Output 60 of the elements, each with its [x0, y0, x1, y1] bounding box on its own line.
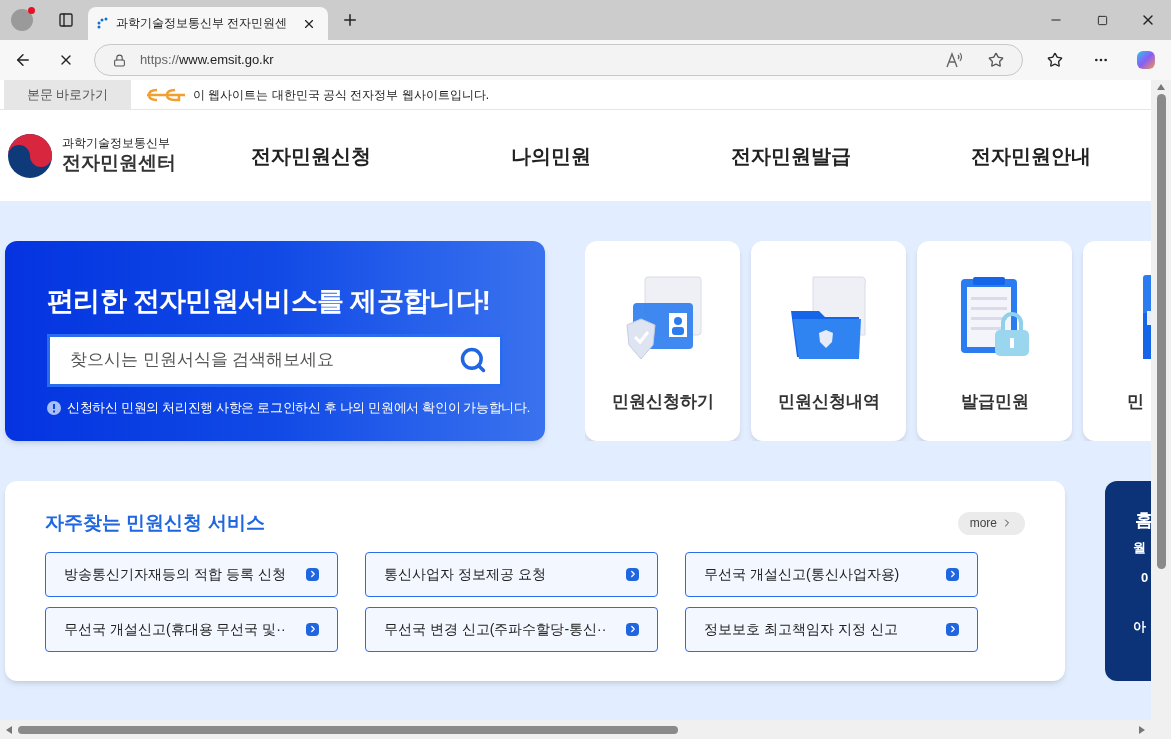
nav-menu-item[interactable]: 나의민원 [511, 140, 591, 171]
folder-shield-icon [788, 275, 869, 361]
new-tab-icon[interactable] [341, 11, 359, 29]
service-link[interactable]: 무선국 개설신고(통신사업자용) [685, 551, 978, 597]
section-title: 자주찾는 민원신청 서비스 [45, 511, 265, 535]
hero-title: 편리한 전자민원서비스를 제공합니다! [47, 285, 492, 318]
favorite-star-icon[interactable] [988, 52, 1005, 68]
search-field[interactable]: 찾으시는 민원서식을 검색해보세요 [47, 333, 503, 387]
scroll-left-icon[interactable] [6, 725, 12, 734]
lock-icon [112, 53, 126, 67]
nav-menu-item[interactable]: 전자민원신청 [251, 140, 371, 171]
site-name: 전자민원센터 [62, 151, 176, 175]
info-card-text: 월 [1133, 539, 1147, 557]
tab-title: 과학기술정보통신부 전자민원센 [116, 15, 289, 31]
service-card[interactable]: 발급민원 [917, 241, 1072, 441]
profile-avatar-icon[interactable] [11, 9, 33, 31]
address-bar[interactable]: https://www.emsit.go.kr [93, 44, 1024, 76]
service-card-label: 민원신청하기 [611, 391, 714, 413]
service-link[interactable]: 무선국 개설신고(휴대용 무선국 및·· [45, 606, 338, 652]
more-button[interactable]: more [957, 511, 1025, 535]
taegeuk-logo-icon [6, 131, 54, 180]
copilot-icon[interactable] [1135, 49, 1157, 71]
search-icon[interactable] [459, 345, 487, 374]
login-notice-text: 신청하신 민원의 처리진행 사항은 로그인하신 후 나의 민원에서 확인이 가능합니다. [67, 399, 530, 417]
ministry-name: 과학기술정보통신부 [62, 136, 171, 152]
url-text: https://www.emsit.go.kr [139, 51, 274, 70]
service-card[interactable]: 민원신청하기 [585, 241, 740, 441]
back-icon[interactable] [14, 51, 32, 69]
skip-to-content-link[interactable]: 본문 바로가기 [4, 80, 131, 110]
arrow-icon [306, 622, 319, 636]
service-link[interactable]: 무선국 변경 신고(주파수할당-통신·· [365, 606, 658, 652]
service-card[interactable]: 민 [1083, 241, 1151, 441]
nav-menu-item[interactable]: 전자민원발급 [731, 140, 851, 171]
browser-tab[interactable]: 과학기술정보통신부 전자민원센 [88, 7, 328, 40]
service-card-label: 발급민원 [960, 391, 1029, 413]
arrow-icon [306, 567, 319, 581]
service-card-label: 민원신청내역 [777, 391, 880, 413]
scroll-right-icon[interactable] [1139, 725, 1145, 734]
arrow-icon [946, 567, 959, 581]
service-card-label: 민 [1127, 391, 1144, 413]
vertical-scrollbar[interactable] [1151, 80, 1171, 739]
arrow-icon [946, 622, 959, 636]
loading-spinner-icon [96, 16, 108, 31]
arrow-icon [626, 622, 639, 636]
favorites-icon[interactable] [1047, 52, 1064, 68]
scroll-up-icon[interactable] [1157, 84, 1165, 90]
horizontal-scrollbar[interactable] [0, 720, 1151, 739]
nav-menu-item[interactable]: 전자민원안내 [971, 140, 1091, 171]
info-card-text: 아 [1133, 618, 1147, 636]
service-link[interactable]: 정보보호 최고책임자 지정 신고 [685, 606, 978, 652]
service-link[interactable]: 통신사업자 정보제공 요청 [365, 551, 658, 597]
maximize-icon[interactable] [1096, 14, 1108, 26]
info-card-text: 0 [1141, 568, 1150, 587]
service-link[interactable]: 방송통신기자재등의 적합 등록 신청 [45, 551, 338, 597]
read-aloud-icon[interactable] [946, 52, 965, 68]
service-card[interactable]: 민원신청내역 [751, 241, 906, 441]
arrow-icon [626, 567, 639, 581]
gov-notice-text: 이 웹사이트는 대한민국 공식 전자정부 웹사이트입니다. [193, 86, 489, 104]
info-icon [47, 400, 61, 415]
tab-actions-icon[interactable] [58, 12, 74, 28]
